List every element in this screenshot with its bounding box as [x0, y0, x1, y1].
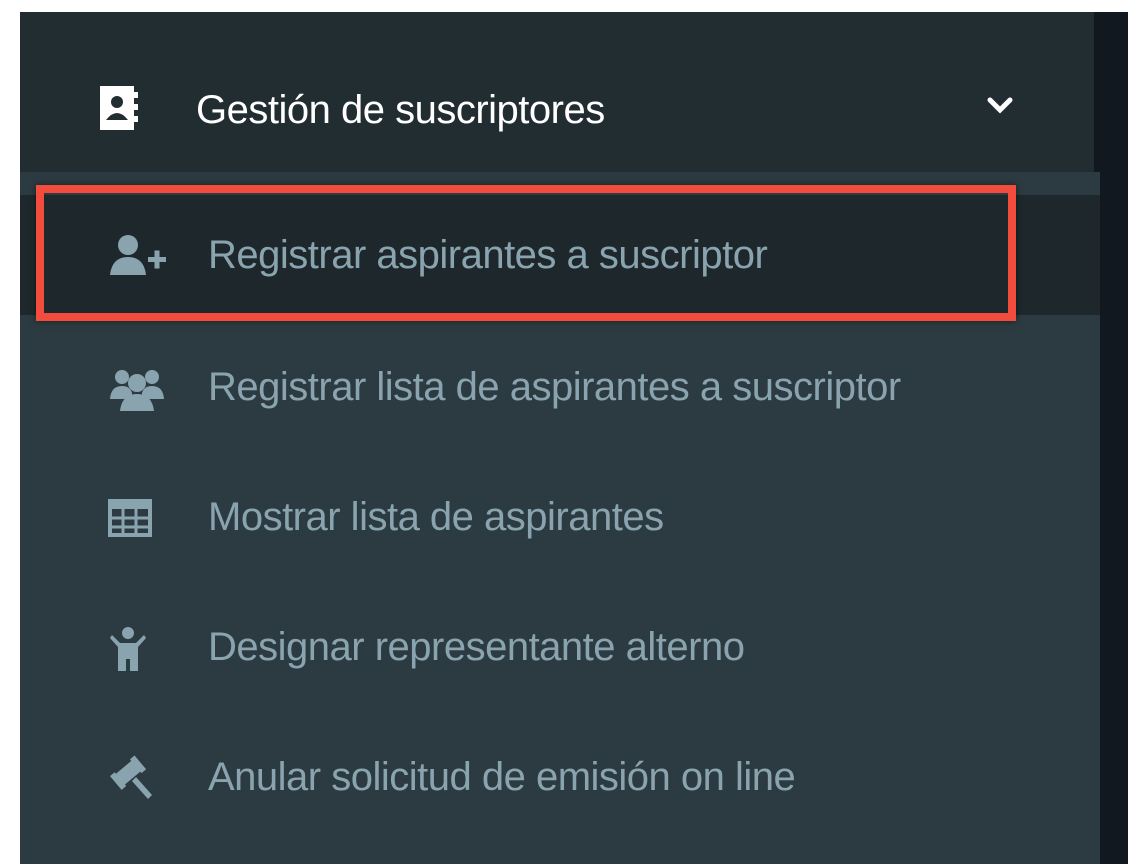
- menu-item-registrar-lista-aspirantes[interactable]: Registrar lista de aspirantes a suscript…: [20, 327, 1100, 447]
- child-icon: [110, 627, 146, 671]
- menu-item-designar-representante[interactable]: Designar representante alterno: [20, 587, 1100, 707]
- highlight-box: [36, 185, 1016, 321]
- menu-item-anular-solicitud[interactable]: Anular solicitud de emisión on line: [20, 717, 1100, 837]
- table-icon: [108, 499, 152, 537]
- menu-item-label: Mostrar lista de aspirantes: [208, 495, 664, 539]
- menu-item-label: Anular solicitud de emisión on line: [208, 755, 796, 799]
- gavel-icon: [110, 755, 152, 799]
- users-icon: [110, 370, 164, 411]
- sidebar-menu: Gestión de suscriptores Registrar aspira…: [20, 12, 1128, 864]
- address-book-icon: [100, 86, 138, 130]
- menu-item-mostrar-lista-aspirantes[interactable]: Mostrar lista de aspirantes: [20, 457, 1100, 577]
- menu-item-label: Registrar lista de aspirantes a suscript…: [208, 365, 901, 409]
- submenu: Registrar aspirantes a suscriptor Regist…: [20, 172, 1100, 864]
- menu-header-gestion-suscriptores[interactable]: Gestión de suscriptores: [20, 52, 1100, 172]
- menu-header-label: Gestión de suscriptores: [196, 88, 605, 132]
- menu-item-label: Designar representante alterno: [208, 625, 745, 669]
- chevron-down-icon[interactable]: [982, 88, 1018, 124]
